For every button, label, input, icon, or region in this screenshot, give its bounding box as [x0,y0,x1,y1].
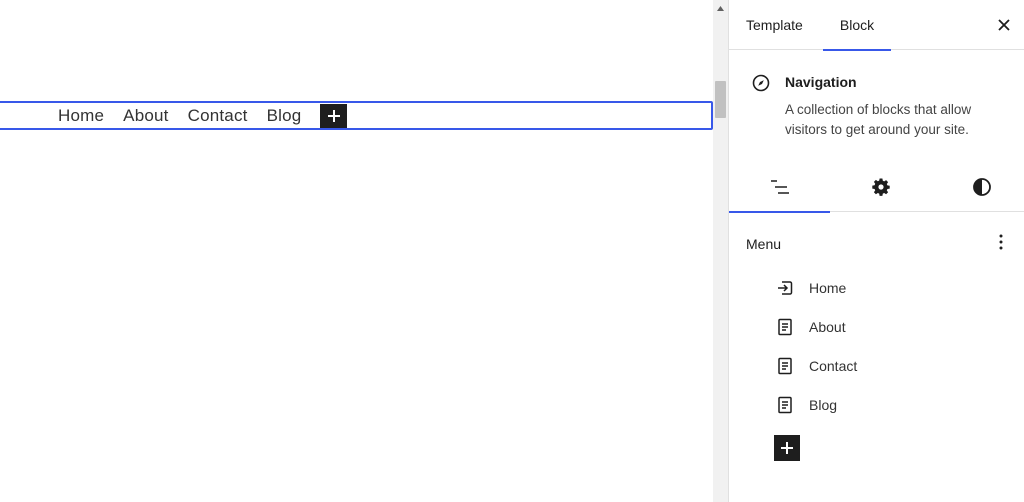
scroll-thumb[interactable] [715,81,726,118]
editor-canvas: Home About Contact Blog [0,0,713,502]
page-icon [775,356,795,376]
menu-heading: Menu [746,236,782,252]
add-nav-item-button[interactable] [320,104,348,128]
tab-template[interactable]: Template [746,0,808,50]
compass-icon [752,74,770,92]
menu-item-label: Contact [809,358,858,374]
inspector-tabs [729,162,1024,213]
navigation-links: Home About Contact Blog [58,104,348,128]
close-icon [998,19,1010,31]
nav-link-home[interactable]: Home [58,106,104,126]
plus-icon [781,442,793,454]
page-icon [775,317,795,337]
menu-item-blog[interactable]: Blog [775,390,975,420]
gear-icon [871,178,890,196]
page-icon [775,395,795,415]
menu-item-about[interactable]: About [775,312,975,342]
sidebar-tabs: Template Block [729,0,1024,51]
scroll-up-arrow[interactable] [713,2,728,14]
menu-item-home[interactable]: Home [775,273,975,303]
tab-block[interactable]: Block [823,0,891,51]
tab-list-view[interactable] [729,162,830,213]
contrast-icon [972,178,991,196]
block-title: Navigation [785,74,857,90]
menu-item-label: Blog [809,397,838,413]
tab-styles[interactable] [931,162,1024,212]
plus-icon [327,110,340,122]
triangle-up-icon [717,5,724,11]
menu-item-label: About [809,319,846,335]
block-description: A collection of blocks that allow visito… [785,102,972,137]
home-link-icon [775,278,795,298]
add-menu-item-button[interactable] [774,435,800,461]
menu-options-button[interactable] [991,232,1011,252]
block-card: Navigation A collection of blocks that a… [729,51,1024,161]
nav-link-blog[interactable]: Blog [267,106,302,126]
nav-link-contact[interactable]: Contact [188,106,248,126]
close-sidebar-button[interactable] [995,16,1013,34]
list-view-icon [770,180,789,194]
nav-link-about[interactable]: About [123,106,168,126]
canvas-scrollbar[interactable] [713,0,728,502]
menu-item-contact[interactable]: Contact [775,351,975,381]
tab-settings[interactable] [830,162,931,212]
vertical-ellipsis-icon [999,234,1003,250]
menu-item-label: Home [809,280,847,296]
settings-sidebar: Template Block Navigation A collection o… [728,0,1024,502]
